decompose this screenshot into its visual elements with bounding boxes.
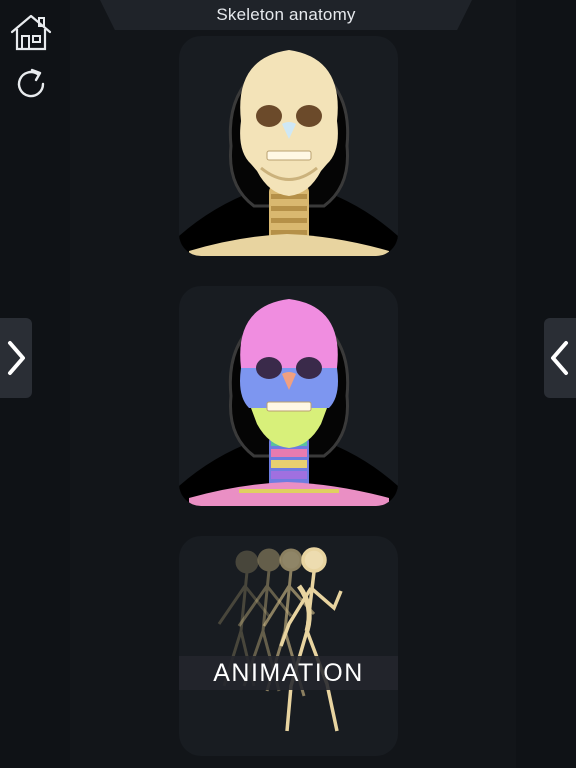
- chevron-right-icon: [8, 341, 25, 375]
- animation-card[interactable]: ANIMATION: [179, 536, 398, 756]
- home-button[interactable]: [9, 10, 53, 54]
- chevron-left-icon: [551, 341, 568, 375]
- home-icon: [10, 14, 52, 51]
- next-tab[interactable]: [544, 318, 576, 398]
- animation-label: ANIMATION: [179, 656, 398, 690]
- walking-skeleton-image: [217, 547, 343, 732]
- colored-skeleton-card[interactable]: [179, 286, 398, 506]
- realistic-skull-image: [179, 50, 398, 256]
- refresh-button[interactable]: [9, 62, 53, 106]
- realistic-skeleton-card[interactable]: [179, 36, 398, 256]
- colored-skull-image: [179, 299, 398, 506]
- previous-tab[interactable]: [0, 318, 32, 398]
- title-bar: Skeleton anatomy: [100, 0, 472, 30]
- page-title: Skeleton anatomy: [216, 5, 356, 24]
- refresh-icon: [17, 68, 45, 98]
